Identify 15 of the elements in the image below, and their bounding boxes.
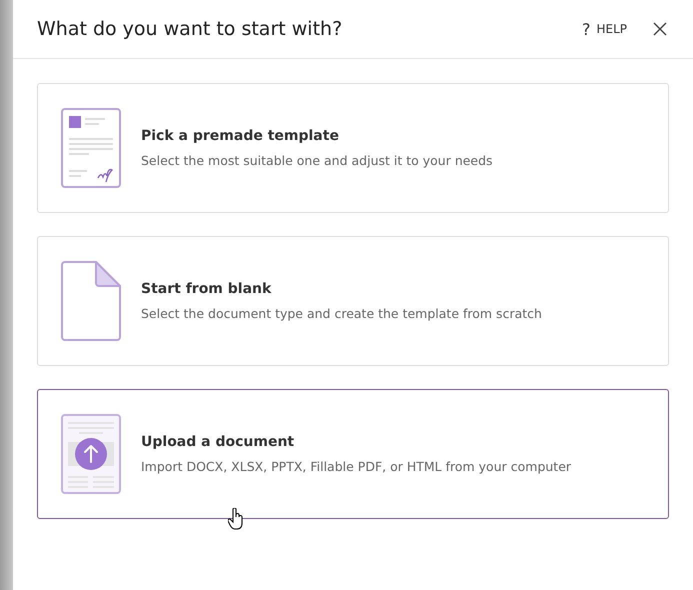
option-title: Pick a premade template <box>141 128 340 144</box>
upload-document-icon <box>61 414 121 494</box>
option-card[interactable]: Start from blank Select the document type and create the template from scratch <box>37 236 669 366</box>
option-title: Upload a document <box>141 434 296 450</box>
help-button[interactable]: ? HELP <box>578 16 631 42</box>
option-description: Select the document type and create the template from scratch <box>141 306 542 321</box>
option-description: Select the most suitable one and adjust it to your needs <box>141 153 493 168</box>
option-card[interactable]: Pick a premade template Select the most suitable one and adjust it to your needs <box>37 83 669 213</box>
blank-page-icon <box>61 261 121 341</box>
option-description: Import DOCX, XLSX, PPTX, Fillable PDF, or HTML from your computer <box>141 459 572 474</box>
close-icon[interactable] <box>651 20 669 38</box>
option-title: Start from blank <box>141 281 272 297</box>
signed-document-icon <box>61 108 121 188</box>
hand-cursor-icon <box>228 508 244 530</box>
dialog-title: What do you want to start with? <box>37 18 344 40</box>
